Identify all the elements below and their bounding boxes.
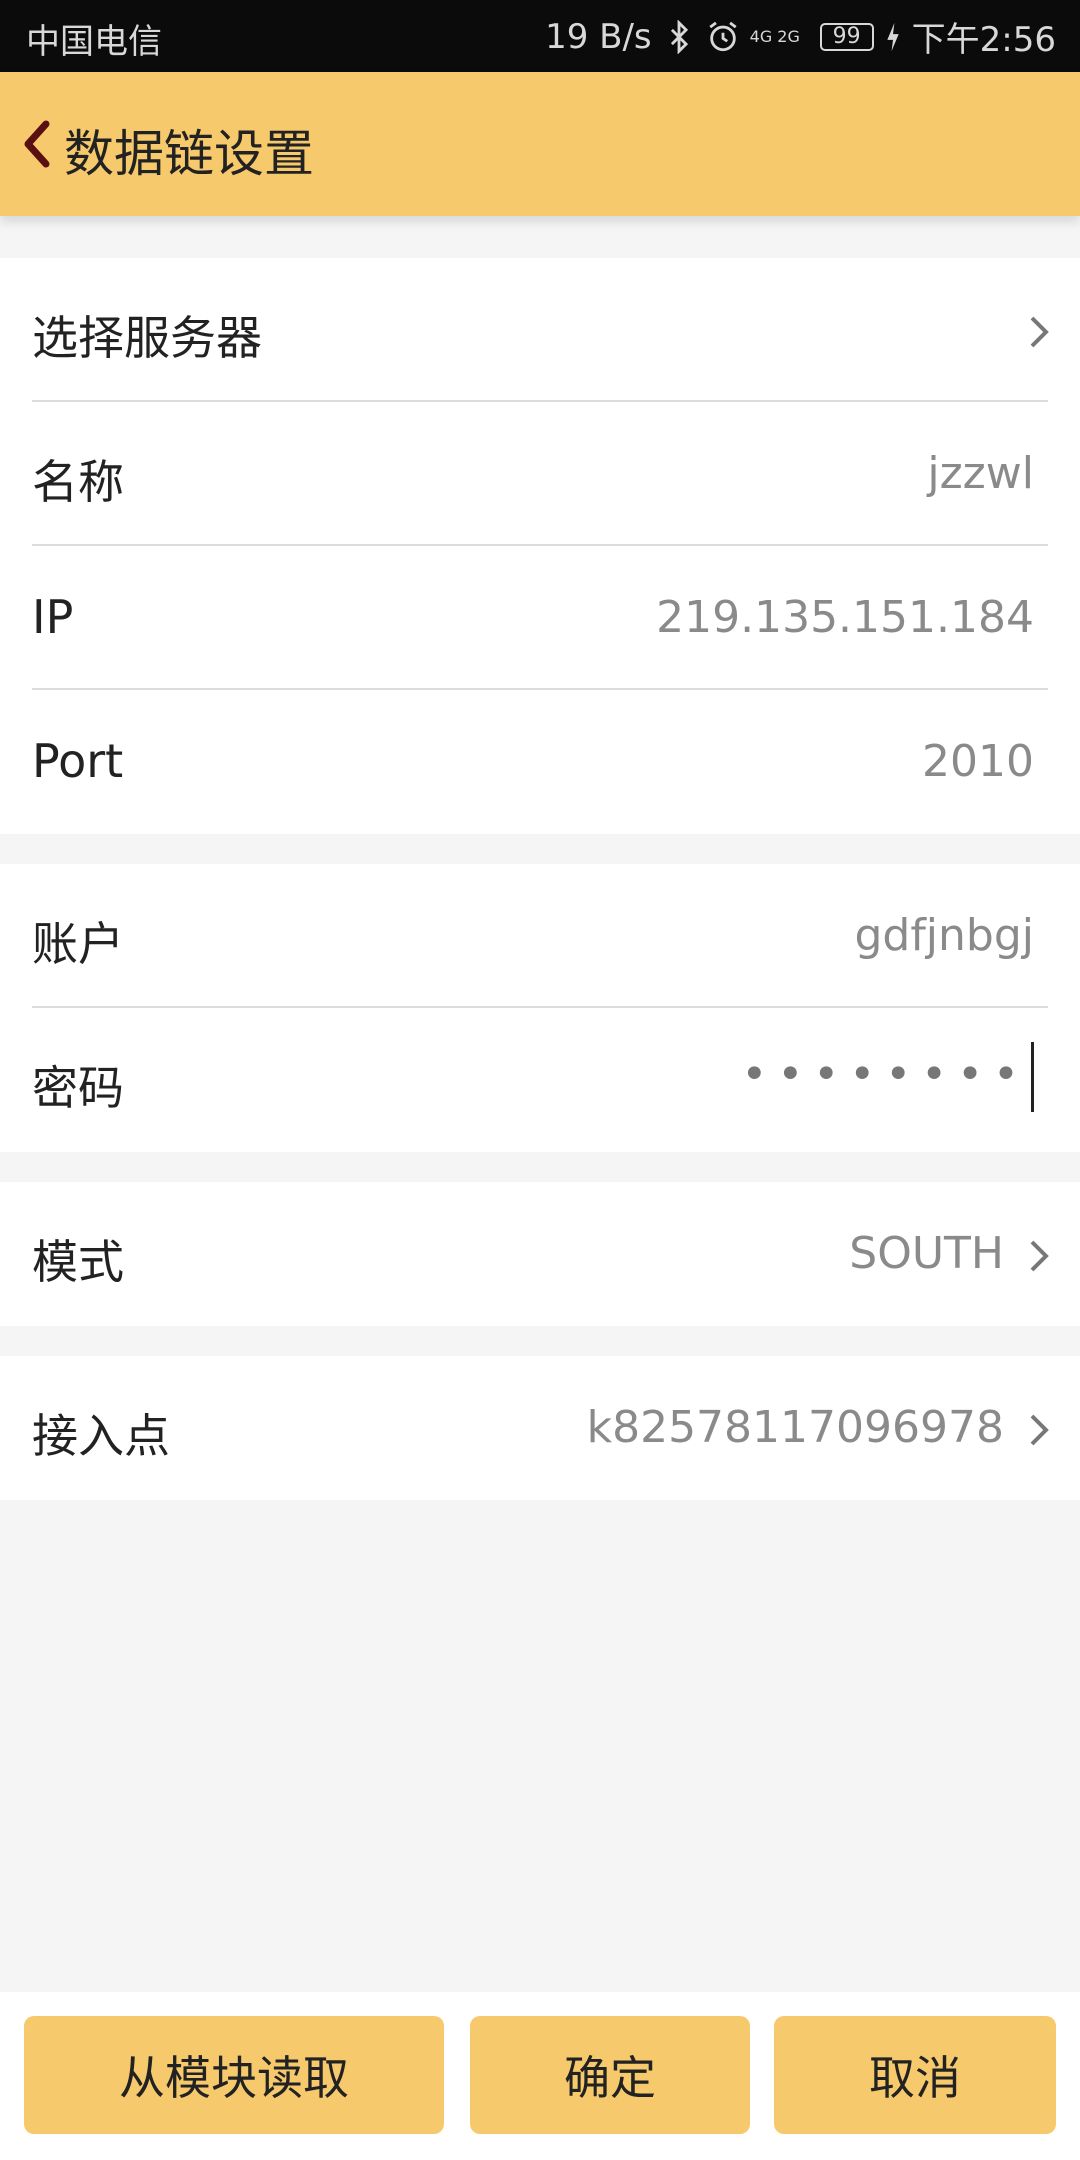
signal-icon: 4G 2G <box>749 26 800 46</box>
chevron-right-icon <box>1030 1240 1049 1272</box>
account-value[interactable]: gdfjnbgj <box>854 910 1034 961</box>
ip-row[interactable]: IP 219.135.151.184 <box>0 546 1080 690</box>
alarm-icon <box>709 21 737 51</box>
read-from-module-button[interactable]: 从模块读取 <box>24 2016 444 2134</box>
status-icons: 19 B/s 4G 2G 99 下午2:56 <box>545 12 1056 61</box>
password-label: 密码 <box>32 1061 124 1115</box>
cancel-button[interactable]: 取消 <box>774 2016 1056 2134</box>
bottom-action-bar: 从模块读取 确定 取消 <box>0 1992 1080 2160</box>
status-bar: 中国电信 19 B/s 4G 2G 99 下午2:56 <box>0 0 1080 72</box>
password-field[interactable]: •••••••• <box>741 1042 1034 1112</box>
carrier-label: 中国电信 <box>26 22 162 62</box>
mode-group: 模式 SOUTH <box>0 1182 1080 1326</box>
battery-icon: 99 <box>819 22 874 51</box>
account-row[interactable]: 账户 gdfjnbgj <box>0 864 1080 1008</box>
select-server-label: 选择服务器 <box>32 311 262 365</box>
name-value[interactable]: jzzwl <box>927 448 1034 499</box>
access-point-row[interactable]: 接入点 k82578117096978 <box>0 1356 1080 1500</box>
confirm-button[interactable]: 确定 <box>470 2016 750 2134</box>
chevron-right-icon <box>1030 1414 1049 1446</box>
chevron-right-icon <box>1030 316 1049 348</box>
port-row[interactable]: Port 2010 <box>0 690 1080 834</box>
name-label: 名称 <box>32 455 124 509</box>
mode-row[interactable]: 模式 SOUTH <box>0 1182 1080 1326</box>
server-group: 选择服务器 名称 jzzwl IP 219.135.151.184 Port 2… <box>0 258 1080 834</box>
network-speed: 19 B/s <box>545 16 652 57</box>
bluetooth-icon <box>670 19 688 54</box>
clock: 下午2:56 <box>911 20 1056 60</box>
mode-value: SOUTH <box>849 1228 1004 1279</box>
account-group: 账户 gdfjnbgj 密码 •••••••• <box>0 864 1080 1152</box>
access-point-value: k82578117096978 <box>586 1402 1004 1453</box>
select-server-row[interactable]: 选择服务器 <box>0 258 1080 402</box>
charging-icon <box>886 22 899 51</box>
text-caret <box>1031 1042 1034 1112</box>
app-bar: 数据链设置 <box>0 72 1080 216</box>
port-value[interactable]: 2010 <box>922 736 1034 787</box>
access-point-label: 接入点 <box>32 1409 170 1463</box>
port-label: Port <box>32 734 124 788</box>
page-title: 数据链设置 <box>64 125 314 183</box>
ip-value[interactable]: 219.135.151.184 <box>656 592 1034 643</box>
ip-label: IP <box>32 590 74 644</box>
password-row[interactable]: 密码 •••••••• <box>0 1008 1080 1152</box>
mode-label: 模式 <box>32 1235 124 1289</box>
name-row[interactable]: 名称 jzzwl <box>0 402 1080 546</box>
chevron-left-icon[interactable] <box>16 116 56 172</box>
account-label: 账户 <box>32 917 124 971</box>
password-dots: •••••••• <box>741 1049 1029 1100</box>
access-point-group: 接入点 k82578117096978 <box>0 1356 1080 1500</box>
